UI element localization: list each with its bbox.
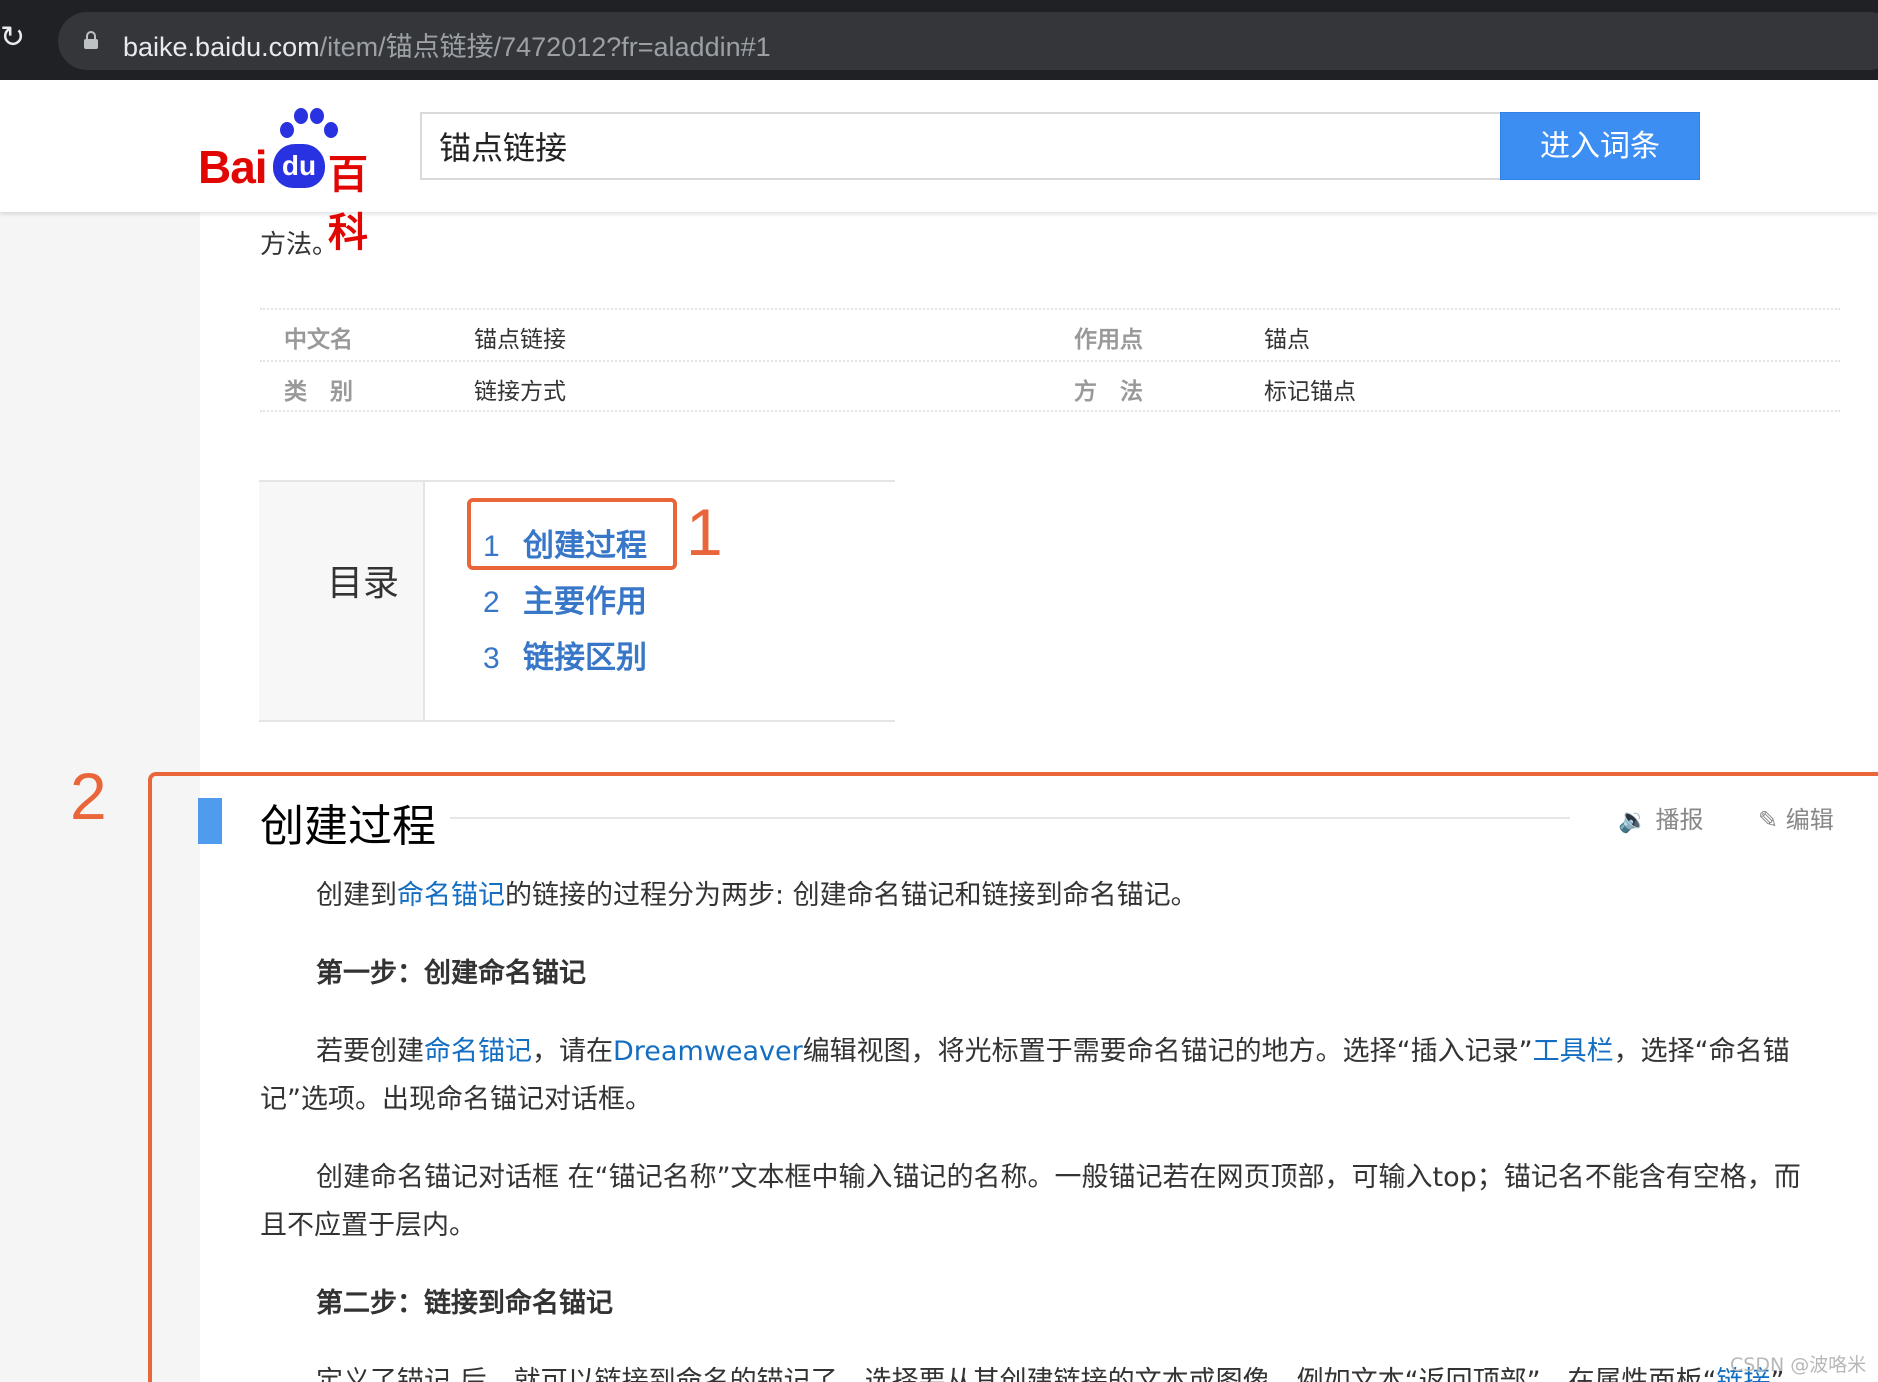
basic-info-row: 类 别 链接方式 方 法 标记锚点 — [260, 360, 1840, 412]
annotation-label-2: 2 — [70, 759, 107, 833]
search-box[interactable] — [420, 112, 1502, 180]
address-bar[interactable]: baike.baidu.com/item/锚点链接/7472012?fr=ala… — [58, 12, 1878, 70]
basic-info-row: 中文名 锚点链接 作用点 锚点 — [260, 308, 1840, 360]
basic-info-table: 中文名 锚点链接 作用点 锚点 类 别 链接方式 方 法 标记锚点 — [260, 308, 1840, 412]
summary-tail: 方法。 — [260, 230, 339, 260]
toc-item-link-difference[interactable]: 3 链接区别 — [483, 632, 647, 680]
reload-icon[interactable]: ↻ — [0, 23, 28, 53]
logo-du-text: du — [273, 144, 325, 188]
lock-icon — [84, 31, 98, 49]
watermark: CSDN @波咯米 — [1730, 1354, 1867, 1376]
url-host: baike.baidu.com — [123, 32, 320, 62]
info-value: 锚点 — [1264, 327, 1310, 353]
toc-label: 目录 — [327, 563, 400, 604]
enter-entry-button[interactable]: 进入词条 — [1500, 112, 1700, 180]
info-name: 类 别 — [284, 379, 353, 405]
toc-item-link[interactable]: 主要作用 — [523, 584, 647, 620]
toc-item-main-function[interactable]: 2 主要作用 — [483, 576, 647, 624]
info-value: 标记锚点 — [1264, 379, 1356, 405]
info-name: 中文名 — [284, 327, 353, 353]
paw-icon — [280, 122, 294, 138]
site-header: Bai du 百科 进入词条 — [0, 80, 1878, 256]
logo-bai-text: Bai — [198, 141, 268, 193]
annotation-box-1 — [467, 498, 677, 570]
info-value: 链接方式 — [474, 379, 566, 405]
logo-baike-text: 百科 — [328, 152, 368, 256]
toc-item-number: 2 — [483, 586, 500, 619]
info-name: 方 法 — [1074, 379, 1143, 405]
url-path: /item/锚点链接/7472012?fr=aladdin#1 — [319, 32, 771, 62]
browser-toolbar: ↻ baike.baidu.com/item/锚点链接/7472012?fr=a… — [0, 0, 1878, 80]
info-name: 作用点 — [1074, 327, 1143, 353]
annotation-box-2 — [148, 772, 1878, 1382]
annotation-label-1: 1 — [686, 495, 723, 569]
info-value: 锚点链接 — [474, 327, 566, 353]
url-text[interactable]: baike.baidu.com/item/锚点链接/7472012?fr=ala… — [123, 25, 771, 64]
toc-label-column: 目录 — [259, 482, 425, 720]
baidu-baike-logo[interactable]: Bai du 百科 — [198, 102, 403, 256]
toc-item-link[interactable]: 链接区别 — [523, 640, 647, 676]
search-input[interactable] — [422, 114, 1502, 178]
toc-item-number: 3 — [483, 642, 500, 675]
